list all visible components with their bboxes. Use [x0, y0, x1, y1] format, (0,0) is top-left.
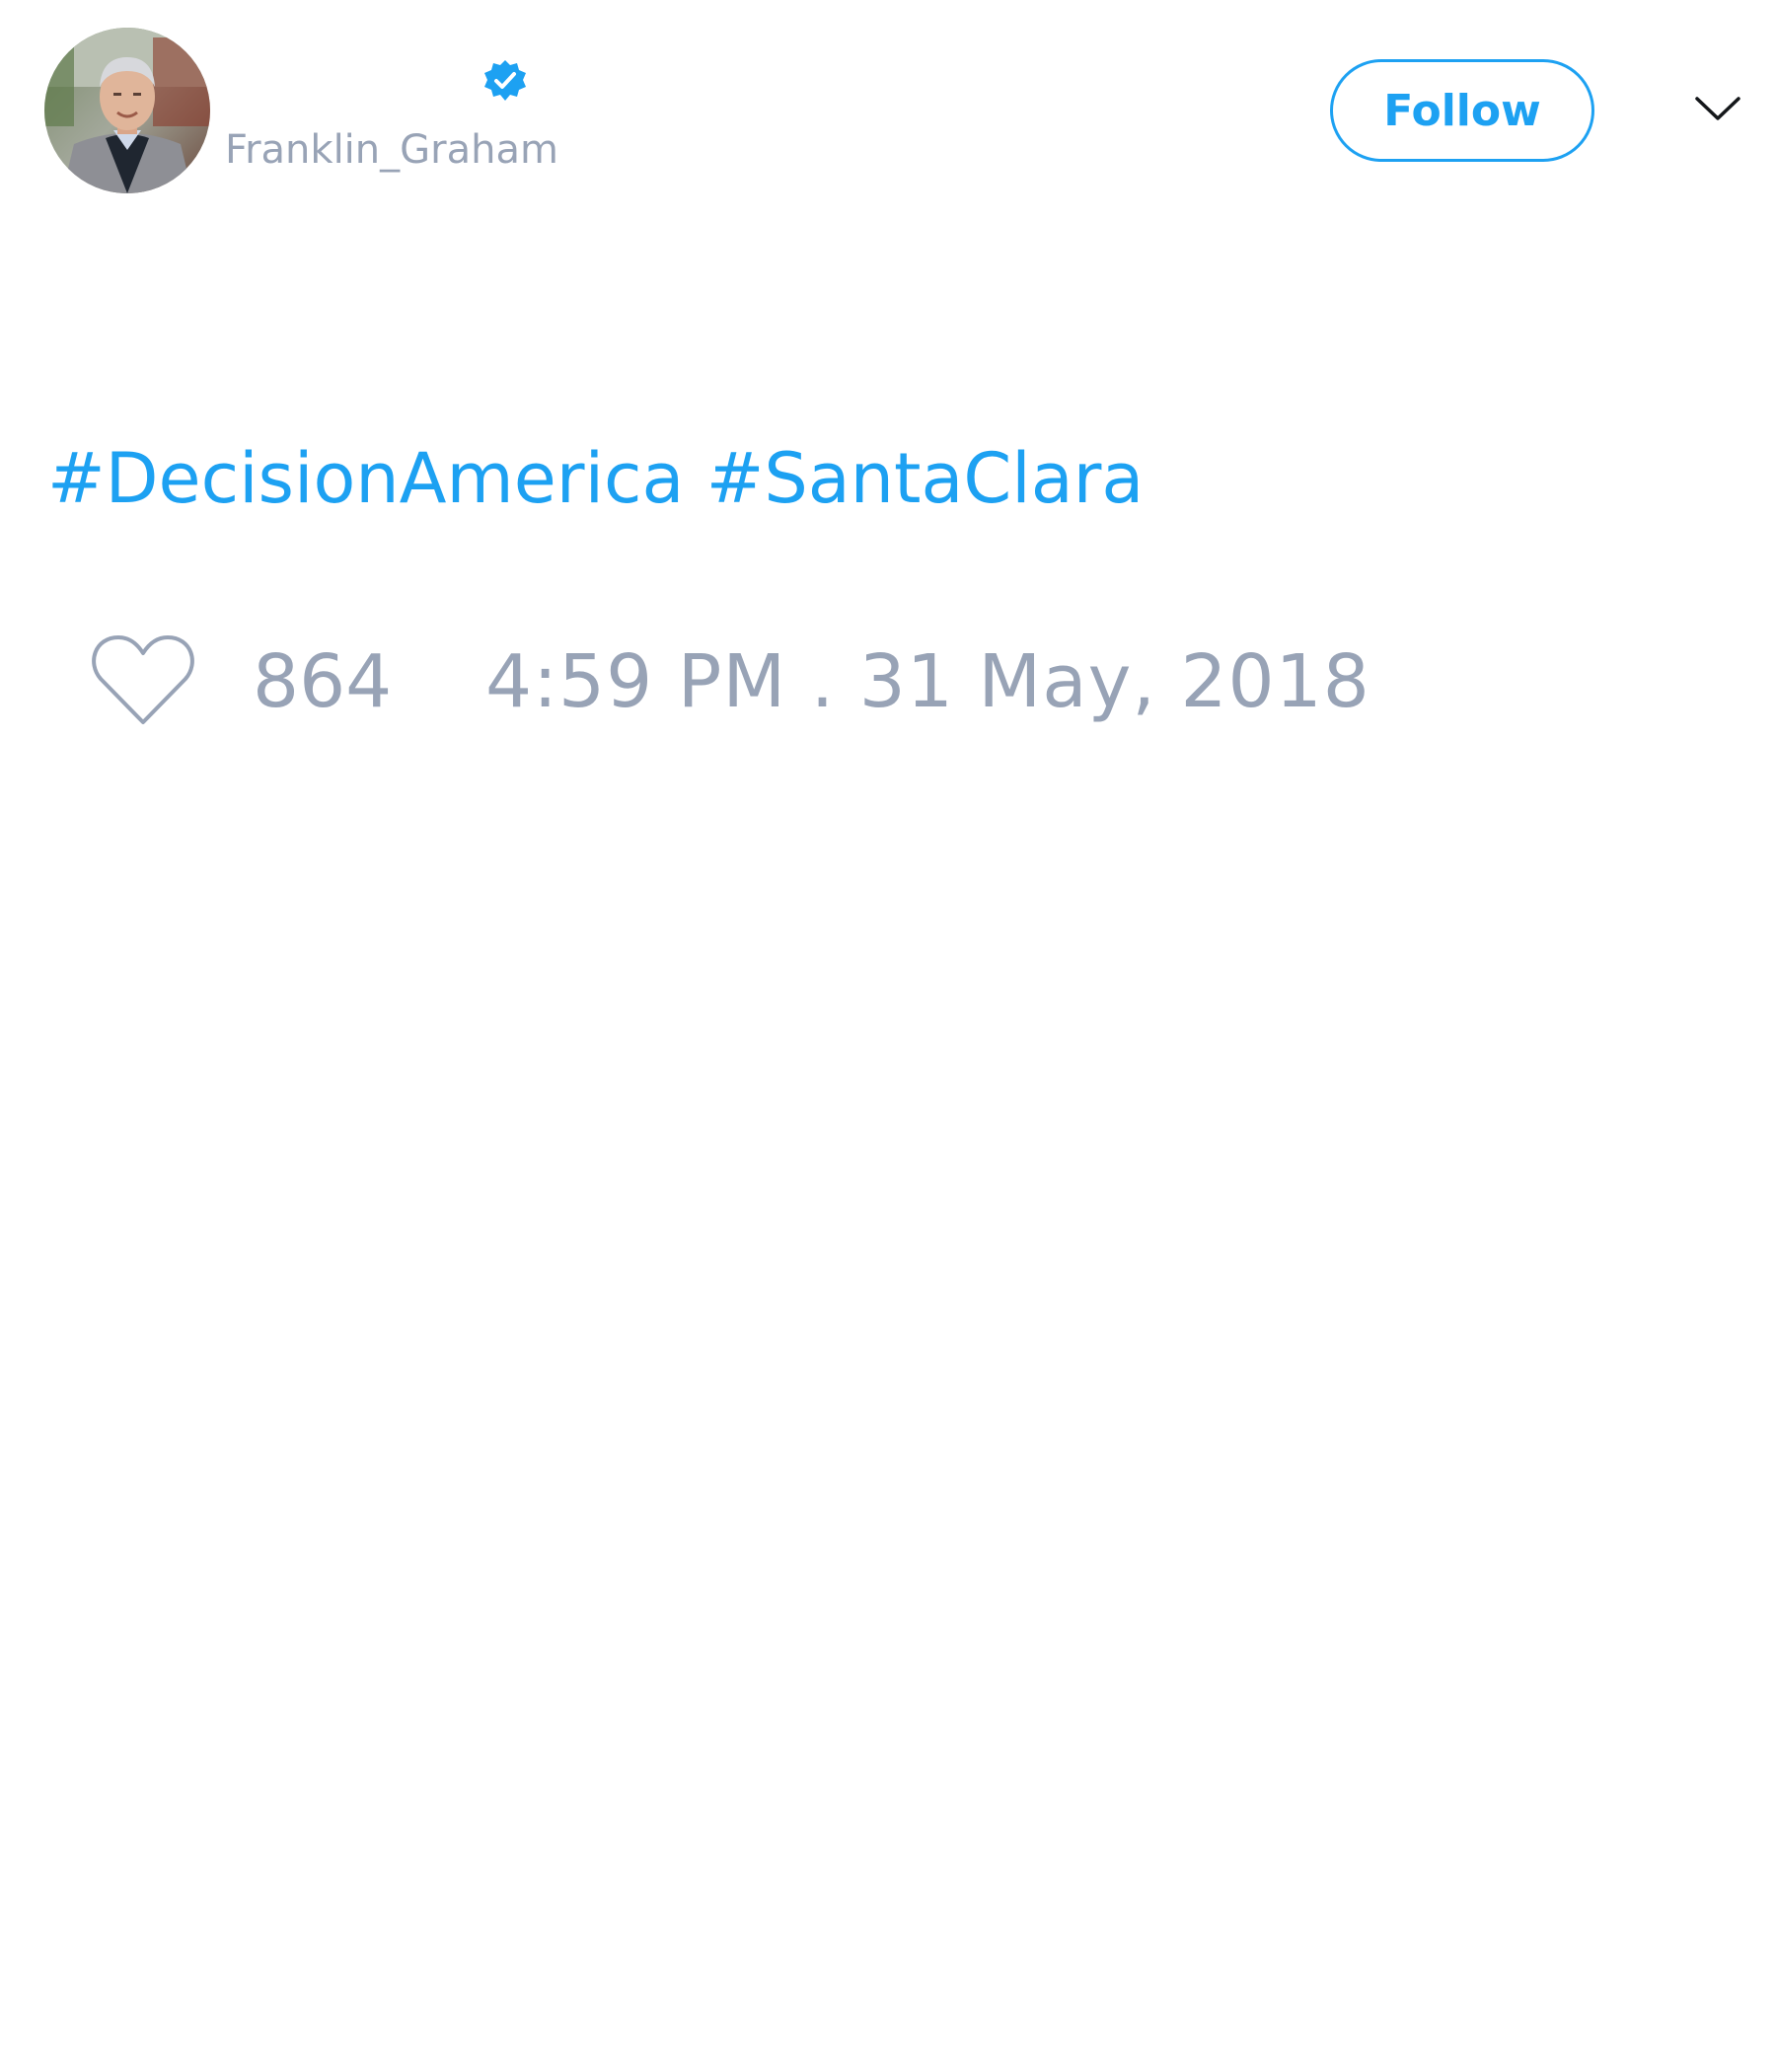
- tweet-text: #DecisionAmerica #SantaClara: [47, 434, 1144, 523]
- profile-photo: [44, 28, 210, 193]
- author-handle[interactable]: Franklin_Graham: [225, 126, 558, 174]
- tweet-timestamp[interactable]: 4:59 PM . 31 May, 2018: [485, 637, 1370, 726]
- verified-badge-icon: [481, 57, 529, 105]
- chevron-down-icon[interactable]: [1693, 89, 1742, 128]
- hashtag-link[interactable]: #DecisionAmerica: [47, 438, 684, 519]
- tweet-card: Franklin_Graham Follow #DecisionAmerica …: [0, 0, 1776, 2072]
- like-count: 864: [253, 639, 393, 724]
- heart-icon[interactable]: [89, 631, 197, 730]
- author-avatar[interactable]: [44, 28, 210, 193]
- follow-button[interactable]: Follow: [1330, 59, 1594, 162]
- hashtag-link[interactable]: #SantaClara: [706, 438, 1145, 519]
